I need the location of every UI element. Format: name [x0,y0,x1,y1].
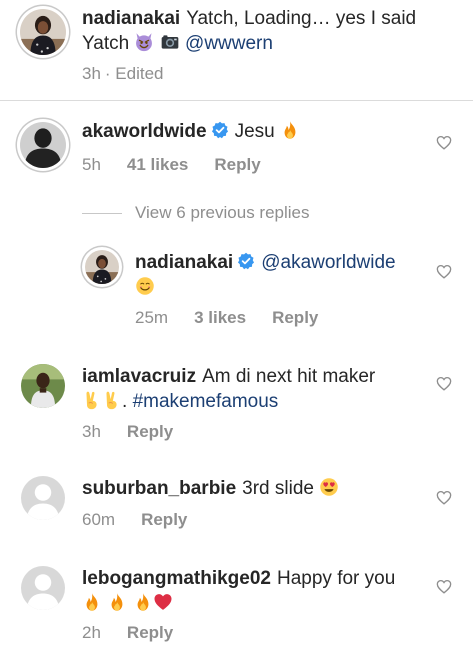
comment-item: iamlavacruiz Am di next hit maker . #make… [0,356,473,456]
comment-body: 3rd slide [242,478,314,499]
smiling-face-emoji-icon [135,276,155,296]
reply-button[interactable]: Reply [141,510,187,530]
comment-body: Jesu [234,121,275,142]
smiling-devil-emoji-icon [134,32,154,52]
likes-count[interactable]: 41 likes [127,155,188,175]
red-heart-emoji-icon [153,592,173,612]
timestamp: 2h [82,623,101,642]
profile-photo-icon [85,250,119,284]
timestamp: 5h [82,155,101,174]
fire-emoji-icon [82,592,102,612]
reply-button[interactable]: Reply [127,422,173,442]
comment-text: lebogangmathikge02 Happy for you [82,566,422,616]
mention-link[interactable]: @wwwern [185,33,273,54]
view-previous-replies-button[interactable]: View 6 previous replies [82,203,310,223]
comment-text: nadianakai Yatch, Loading… yes I said Yat… [82,6,462,56]
timestamp: 60m [82,510,116,529]
comment-meta: 3h · Edited [82,64,190,84]
avatar[interactable] [21,476,65,520]
reply-button[interactable]: Reply [127,623,173,643]
timestamp: 3h [82,422,101,441]
comment-item: akaworldwide Jesu 5h 41 likes Reply [0,101,473,191]
comment-body-punctuation: . [122,391,128,412]
comment-item: suburban_barbie 3rd slide 60m Reply [0,468,473,548]
comment-meta: 25m 3 likes Reply [135,308,344,328]
avatar[interactable] [17,6,69,58]
reply-item: nadianakai @akaworldwide 25m 3 likes Reply [0,240,473,340]
timestamp: 3h [82,64,101,83]
username[interactable]: iamlavacruiz [82,366,196,387]
fire-emoji-icon [133,592,153,612]
like-heart-icon[interactable] [436,579,452,594]
view-replies-label: View 6 previous replies [135,203,310,222]
victory-hand-emoji-icon [82,390,102,410]
username[interactable]: nadianakai [135,252,233,273]
reply-button[interactable]: Reply [214,155,260,175]
fire-emoji-icon [107,592,127,612]
profile-photo-icon [20,9,66,55]
victory-hand-emoji-icon [102,390,122,410]
like-heart-icon[interactable] [436,264,452,279]
caption-comment: nadianakai Yatch, Loading… yes I said Yat… [0,0,473,100]
comment-text: iamlavacruiz Am di next hit maker . #make… [82,364,422,414]
avatar[interactable] [17,119,69,171]
hashtag-link[interactable]: #makemefamous [133,391,279,412]
profile-photo-icon [21,364,65,408]
timestamp: 25m [135,308,169,327]
comment-item: lebogangmathikge02 Happy for you 2h Reply [0,556,473,669]
like-heart-icon[interactable] [436,490,452,505]
comment-text: nadianakai @akaworldwide [135,250,425,300]
comment-meta: 60m Reply [82,510,213,530]
verified-badge-icon [237,252,255,270]
avatar[interactable] [82,247,122,287]
avatar[interactable] [21,566,65,610]
mention-link[interactable]: @akaworldwide [261,252,395,273]
reply-button[interactable]: Reply [272,308,318,328]
default-profile-icon [21,476,65,520]
avatar[interactable] [21,364,65,408]
username[interactable]: nadianakai [82,8,180,29]
comment-text: suburban_barbie 3rd slide [82,476,422,501]
camera-emoji-icon [160,32,180,52]
comment-body: Am di next hit maker [202,366,376,387]
comment-text: akaworldwide Jesu [82,119,422,144]
username[interactable]: suburban_barbie [82,478,236,499]
like-heart-icon[interactable] [436,376,452,391]
profile-photo-icon [20,122,66,168]
comment-meta: 5h 41 likes Reply [82,155,287,175]
comment-meta: 3h Reply [82,422,199,442]
edited-label: · Edited [104,64,164,83]
like-heart-icon[interactable] [436,135,452,150]
likes-count[interactable]: 3 likes [194,308,246,328]
comment-meta: 2h Reply [82,623,199,643]
comment-body: Happy for you [277,568,396,589]
username[interactable]: akaworldwide [82,121,207,142]
heart-eyes-emoji-icon [319,477,339,497]
verified-badge-icon [211,121,229,139]
username[interactable]: lebogangmathikge02 [82,568,271,589]
thread-line [82,213,122,215]
default-profile-icon [21,566,65,610]
fire-emoji-icon [280,120,300,140]
